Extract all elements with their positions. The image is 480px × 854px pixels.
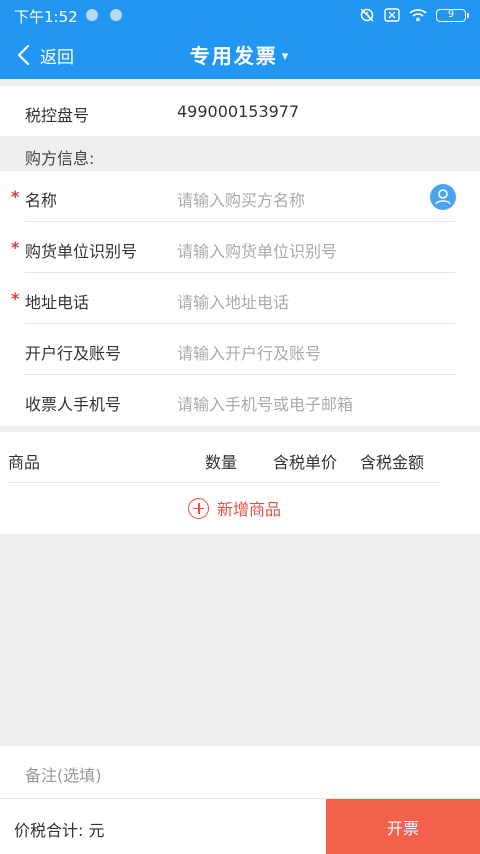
notification-icon [110,9,122,21]
quantity-column-header: 数量 [205,453,238,472]
wifi-icon [409,9,427,22]
field-label: 收票人手机号 [25,395,122,414]
field-bank-account[interactable]: 开户行及账号 请输入开户行及账号 [0,324,480,375]
battery-icon: 9 [436,8,469,22]
notification-icon [86,9,98,21]
header-bar: 下午1:52 9 返回 专用发票 ▾ [0,0,480,79]
field-address-phone[interactable]: * 地址电话 请输入地址电话 [0,273,480,324]
add-goods-label: 新增商品 [217,500,282,519]
field-label: 名称 [25,191,58,210]
unit-price-column-header: 含税单价 [273,453,338,472]
goods-column-header: 商品 [8,453,41,472]
required-mark: * [11,289,20,308]
device-label: 税控盘号 [25,106,90,125]
name-input[interactable]: 请输入购买方名称 [177,187,305,211]
status-icons: 9 [359,7,469,23]
buyer-form: * 名称 请输入购买方名称 * 购货单位识别号 请输入购货单位识别号 * 地址电… [0,171,480,426]
field-label: 开户行及账号 [25,344,122,363]
page-title: 专用发票 [189,44,278,68]
device-row: 税控盘号 499000153977 [0,86,480,136]
status-time: 下午1:52 [14,8,78,26]
issue-invoice-button[interactable]: 开票 [326,799,480,854]
sim-off-icon [384,8,400,22]
total-label: 价税合计: 元 [14,821,105,840]
buyer-section-title: 购方信息: [25,149,95,168]
field-name[interactable]: * 名称 请输入购买方名称 [0,171,480,222]
field-tax-id[interactable]: * 购货单位识别号 请输入购货单位识别号 [0,222,480,273]
bank-account-input[interactable]: 请输入开户行及账号 [177,340,321,364]
plus-circle-icon [188,497,209,519]
field-recipient-contact[interactable]: 收票人手机号 请输入手机号或电子邮箱 [0,375,480,426]
divider [8,482,440,483]
field-label: 购货单位识别号 [25,242,138,261]
dropdown-caret-icon: ▾ [281,49,291,64]
remark-input[interactable]: 备注(选填) [25,762,102,786]
amount-column-header: 含税金额 [360,453,425,472]
alarm-off-icon [360,8,374,22]
invoice-type-selector[interactable]: 专用发票 ▾ [0,40,480,69]
required-mark: * [11,187,20,206]
recipient-contact-input[interactable]: 请输入手机号或电子邮箱 [177,391,353,415]
device-value: 499000153977 [177,102,300,121]
add-goods-button[interactable]: 新增商品 [188,497,281,519]
contact-picker-icon[interactable] [430,184,456,210]
address-phone-input[interactable]: 请输入地址电话 [177,289,289,313]
status-bar: 下午1:52 9 [0,0,480,30]
tax-id-input[interactable]: 请输入购货单位识别号 [177,238,337,262]
required-mark: * [11,238,20,257]
field-label: 地址电话 [25,293,90,312]
bottom-bar: 价税合计: 元 开票 [0,798,480,854]
